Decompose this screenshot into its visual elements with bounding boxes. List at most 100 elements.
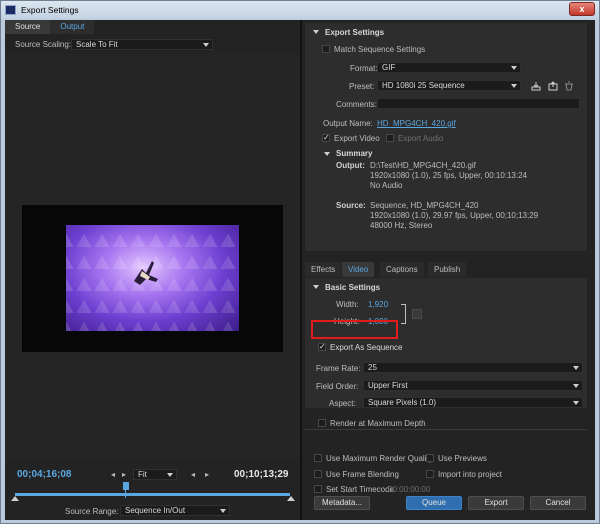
- max-render-quality-checkbox[interactable]: [314, 454, 322, 462]
- export-audio-checkbox[interactable]: [386, 134, 394, 142]
- field-order-value: Upper First: [368, 381, 408, 390]
- match-sequence-label: Match Sequence Settings: [334, 45, 426, 54]
- summary-output-line-1: D:\Test\HD_MPG4CH_420.gif: [370, 161, 476, 170]
- export-settings-header: Export Settings: [325, 28, 385, 37]
- set-start-timecode-label: Set Start Timecode: [326, 485, 395, 494]
- comments-input[interactable]: [377, 98, 580, 109]
- timeline-bar: 00;04;16;08 ◂ ▸ Fit ◂ ▸ 00;10;13;29 Sour…: [5, 460, 300, 520]
- chevron-down-icon: [203, 43, 209, 47]
- link-bracket: [401, 304, 406, 324]
- preset-label: Preset:: [349, 82, 375, 91]
- export-video-label: Export Video: [334, 134, 380, 143]
- app-icon: [5, 5, 16, 15]
- match-sequence-checkbox[interactable]: [322, 45, 330, 53]
- frame-blending-checkbox[interactable]: [314, 470, 322, 478]
- mark-in-icon[interactable]: ◂: [111, 470, 115, 479]
- source-scaling-label: Source Scaling:: [15, 40, 72, 49]
- tab-publish[interactable]: Publish: [428, 262, 467, 277]
- frame-blending-label: Use Frame Blending: [326, 470, 399, 479]
- chain-link-icon[interactable]: [412, 309, 422, 319]
- import-preset-icon[interactable]: [548, 81, 558, 91]
- title-bar: Export Settings x: [1, 1, 599, 19]
- collapse-chevron-icon[interactable]: [313, 285, 319, 289]
- format-label: Format:: [350, 64, 378, 73]
- basic-settings-header: Basic Settings: [325, 283, 381, 292]
- summary-source-line-3: 48000 Hz, Stereo: [370, 221, 433, 230]
- use-previews-checkbox[interactable]: [426, 454, 434, 462]
- panel-splitter[interactable]: [300, 20, 302, 520]
- current-timecode[interactable]: 00;04;16;08: [17, 469, 71, 480]
- frame-rate-dropdown[interactable]: 25: [363, 362, 583, 373]
- settings-panel: Export Settings Match Sequence Settings …: [302, 20, 595, 520]
- start-timecode-value[interactable]: 00:00:00:00: [388, 485, 430, 494]
- step-forward-icon[interactable]: ▸: [205, 470, 209, 479]
- dialog-client: Source Output Source Scaling: Scale To F…: [5, 20, 595, 520]
- aspect-dropdown[interactable]: Square Pixels (1.0): [363, 397, 583, 408]
- export-as-sequence-checkbox[interactable]: [318, 342, 326, 351]
- cancel-button[interactable]: Cancel: [530, 496, 586, 510]
- playhead-handle[interactable]: [123, 482, 129, 490]
- preset-value: HD 1080i 25 Sequence: [382, 81, 465, 90]
- figure-silhouette: [134, 261, 158, 285]
- frame-rate-value: 25: [368, 363, 377, 372]
- collapse-chevron-icon[interactable]: [324, 152, 330, 156]
- format-value: GIF: [382, 63, 396, 72]
- source-scaling-row: Source Scaling: Scale To Fit: [5, 36, 300, 52]
- field-order-dropdown[interactable]: Upper First: [363, 380, 583, 391]
- in-point-marker[interactable]: [11, 496, 19, 501]
- source-scaling-value: Scale To Fit: [76, 40, 118, 49]
- export-video-checkbox[interactable]: [322, 133, 330, 142]
- tab-video[interactable]: Video: [342, 262, 375, 277]
- tab-source[interactable]: Source: [5, 20, 51, 34]
- output-name-link[interactable]: HD_MPG4CH_420.gif: [377, 119, 456, 128]
- chevron-down-icon: [573, 401, 579, 405]
- export-button[interactable]: Export: [468, 496, 524, 510]
- chevron-down-icon: [573, 366, 579, 370]
- window-title: Export Settings: [21, 5, 79, 15]
- export-as-sequence-highlight: [311, 320, 398, 339]
- tab-effects[interactable]: Effects: [305, 262, 342, 277]
- use-previews-label: Use Previews: [438, 454, 487, 463]
- out-point-marker[interactable]: [287, 496, 295, 501]
- width-value[interactable]: 1,920: [368, 300, 388, 309]
- summary-output-line-2: 1920x1080 (1.0), 25 fps, Upper, 00:10:13…: [370, 171, 528, 180]
- source-scaling-dropdown[interactable]: Scale To Fit: [71, 39, 213, 50]
- max-render-quality-label: Use Maximum Render Quality: [326, 454, 433, 463]
- end-timecode: 00;10;13;29: [234, 469, 289, 480]
- aspect-label: Aspect:: [329, 399, 356, 408]
- summary-source-line-1: Sequence, HD_MPG4CH_420: [370, 201, 479, 210]
- chevron-down-icon: [573, 384, 579, 388]
- output-name-label: Output Name:: [323, 119, 373, 128]
- mark-out-icon[interactable]: ▸: [122, 470, 126, 479]
- metadata-button[interactable]: Metadata...: [314, 496, 370, 510]
- export-as-sequence-label: Export As Sequence: [330, 343, 403, 352]
- export-audio-label: Export Audio: [398, 134, 444, 143]
- tab-output[interactable]: Output: [50, 20, 95, 34]
- save-preset-icon[interactable]: [531, 81, 541, 91]
- basic-settings-section: Basic Settings Width: 1,920 Height: 1,08…: [305, 278, 587, 408]
- zoom-fit-value: Fit: [138, 470, 147, 479]
- source-range-label: Source Range:: [65, 507, 119, 516]
- format-dropdown[interactable]: GIF: [377, 62, 521, 73]
- source-range-dropdown[interactable]: Sequence In/Out: [120, 505, 230, 516]
- field-order-label: Field Order:: [316, 382, 359, 391]
- render-max-depth-checkbox[interactable]: [318, 419, 326, 427]
- summary-output-label: Output:: [336, 161, 365, 170]
- preview-tabs: Source Output: [5, 20, 95, 34]
- tab-captions[interactable]: Captions: [380, 262, 424, 277]
- queue-button[interactable]: Queue: [406, 496, 462, 510]
- set-start-timecode-checkbox[interactable]: [314, 485, 322, 493]
- delete-preset-icon[interactable]: [564, 81, 574, 91]
- zoom-fit-dropdown[interactable]: Fit: [133, 469, 177, 480]
- collapse-chevron-icon[interactable]: [313, 30, 319, 34]
- preview-panel: Source Output Source Scaling: Scale To F…: [5, 20, 300, 520]
- preview-area: [5, 54, 300, 478]
- import-into-project-checkbox[interactable]: [426, 470, 434, 478]
- aspect-value: Square Pixels (1.0): [368, 398, 437, 407]
- preset-dropdown[interactable]: HD 1080i 25 Sequence: [377, 80, 521, 91]
- timeline-track[interactable]: [15, 493, 290, 496]
- close-button[interactable]: x: [569, 2, 595, 16]
- chevron-down-icon: [220, 509, 226, 513]
- step-back-icon[interactable]: ◂: [191, 470, 195, 479]
- video-preview: [66, 225, 239, 331]
